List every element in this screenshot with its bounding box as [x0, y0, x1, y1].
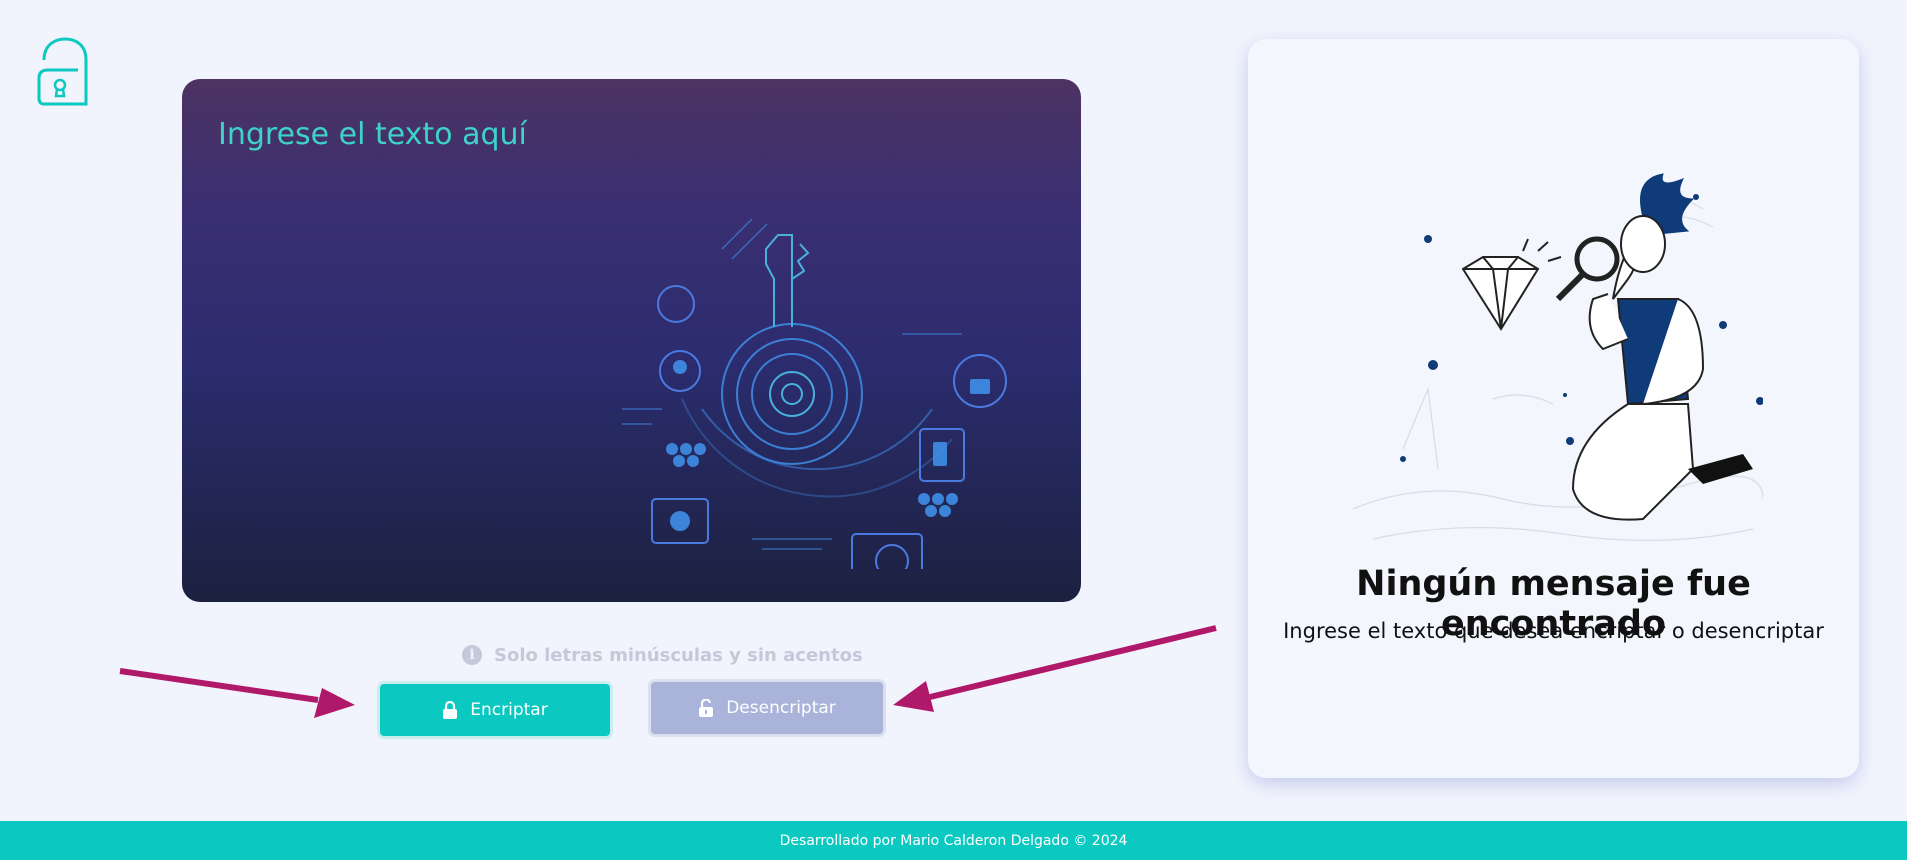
encrypt-button[interactable]: Encriptar — [377, 681, 613, 739]
info-icon: i — [462, 645, 482, 665]
output-card: Ningún mensaje fue encontrado Ingrese el… — [1248, 39, 1859, 778]
text-input-card — [182, 79, 1081, 602]
hint-text: Solo letras minúsculas y sin acentos — [494, 644, 863, 666]
encrypt-button-label: Encriptar — [470, 700, 548, 720]
decrypt-button[interactable]: Desencriptar — [648, 679, 886, 737]
unlock-icon — [699, 699, 714, 717]
decrypt-button-label: Desencriptar — [726, 698, 836, 718]
output-subtitle: Ingrese el texto que desea encriptar o d… — [1283, 619, 1824, 643]
lock-icon — [443, 701, 458, 719]
lock-a-logo-icon — [37, 37, 88, 106]
footer: Desarrollado por Mario Calderon Delgado … — [0, 821, 1907, 860]
arrow-to-encrypt-icon — [119, 668, 355, 718]
message-input[interactable] — [182, 79, 1081, 602]
arrow-to-decrypt-icon — [893, 625, 1217, 712]
footer-text: Desarrollado por Mario Calderon Delgado … — [779, 832, 1128, 849]
input-hint: i Solo letras minúsculas y sin acentos — [462, 642, 863, 668]
person-magnifier-diamond-illustration — [1352, 173, 1763, 542]
diamond-icon — [1461, 256, 1540, 331]
